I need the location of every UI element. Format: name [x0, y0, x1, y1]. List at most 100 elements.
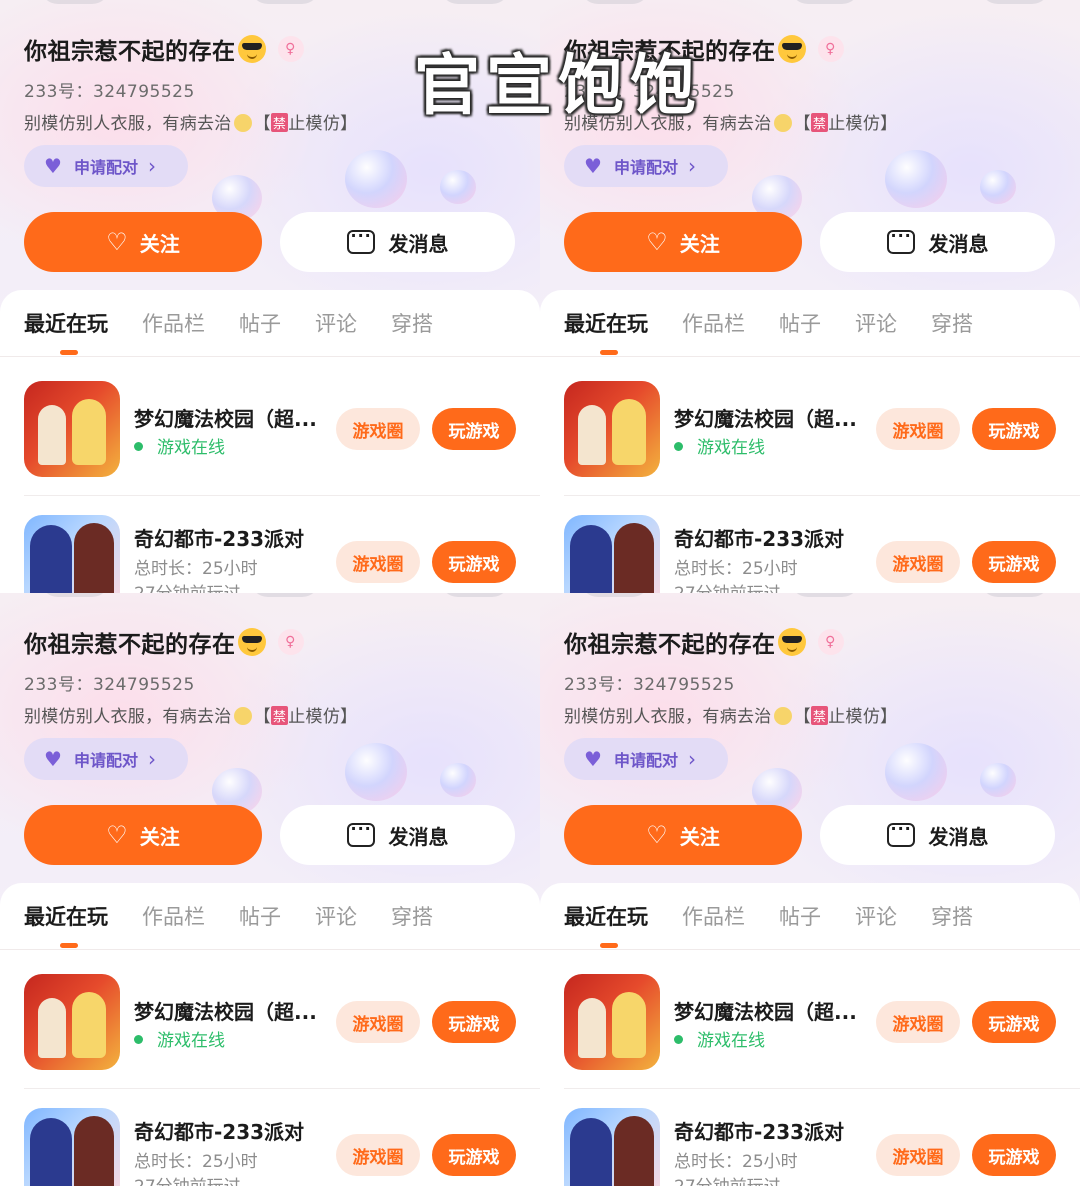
game-circle-button[interactable]: 游戏圈 [336, 408, 420, 450]
follow-button[interactable]: ♡ 关注 [24, 805, 262, 865]
play-game-button[interactable]: 玩游戏 [432, 408, 516, 450]
last-played: 27分钟前玩过 [134, 1172, 241, 1186]
play-game-button[interactable]: 玩游戏 [432, 1134, 516, 1176]
tab-outfits[interactable]: 穿搭 [391, 308, 433, 338]
last-played: 27分钟前玩过 [134, 579, 241, 593]
tab-outfits[interactable]: 穿搭 [931, 308, 973, 338]
message-button[interactable]: 发消息 [820, 805, 1055, 865]
game-circle-button[interactable]: 游戏圈 [876, 541, 960, 583]
play-game-button[interactable]: 玩游戏 [972, 541, 1056, 583]
tab-comments[interactable]: 评论 [855, 308, 897, 338]
play-game-button[interactable]: 玩游戏 [972, 1001, 1056, 1043]
female-gender-icon: ♀ [277, 629, 304, 655]
follow-button[interactable]: ♡ 关注 [564, 805, 802, 865]
tab-recently-played[interactable]: 最近在玩 [564, 901, 648, 948]
tab-recently-played[interactable]: 最近在玩 [24, 901, 108, 948]
game-circle-button[interactable]: 游戏圈 [876, 1134, 960, 1176]
follow-button[interactable]: ♡ 关注 [24, 212, 262, 272]
apply-pair-button[interactable]: ♥ 申请配对 › [24, 145, 188, 187]
tab-outfits[interactable]: 穿搭 [931, 901, 973, 931]
game-thumbnail[interactable] [564, 515, 660, 593]
game-list-item[interactable]: 奇幻都市-233派对 总时长：25小时 27分钟前玩过 游戏圈 玩游戏 [24, 1108, 524, 1186]
tab-works[interactable]: 作品栏 [142, 308, 205, 338]
profile-tabs: 最近在玩 作品栏 帖子 评论 穿搭 [564, 901, 1007, 948]
heart-bubble [980, 170, 1016, 204]
play-duration: 总时长：25小时 [674, 1152, 798, 1172]
user-bio: 别模仿别人衣服，有病去治【禁止模仿】 [24, 113, 358, 134]
apply-pair-button[interactable]: ♥ 申请配对 › [24, 738, 188, 780]
game-name: 梦幻魔法校园（超... [134, 407, 317, 431]
online-dot-icon [134, 442, 143, 451]
game-list-item[interactable]: 奇幻都市-233派对 总时长：25小时 27分钟前玩过 游戏圈 玩游戏 [564, 515, 1064, 593]
tab-posts[interactable]: 帖子 [239, 901, 281, 931]
tab-posts[interactable]: 帖子 [779, 308, 821, 338]
tab-divider [0, 949, 540, 950]
tab-recently-played[interactable]: 最近在玩 [24, 308, 108, 355]
follow-button[interactable]: ♡ 关注 [564, 212, 802, 272]
game-thumbnail[interactable] [24, 974, 120, 1070]
message-button[interactable]: 发消息 [820, 212, 1055, 272]
game-circle-button[interactable]: 游戏圈 [336, 1134, 420, 1176]
tab-outfits[interactable]: 穿搭 [391, 901, 433, 931]
heart-icon: ♥ [584, 154, 602, 178]
tab-comments[interactable]: 评论 [855, 901, 897, 931]
heart-bubble [885, 150, 947, 208]
game-circle-button[interactable]: 游戏圈 [336, 541, 420, 583]
game-thumbnail[interactable] [24, 381, 120, 477]
female-gender-icon: ♀ [277, 36, 304, 62]
heart-icon: ♥ [44, 154, 62, 178]
game-list-item[interactable]: 梦幻魔法校园（超... 游戏在线 游戏圈 玩游戏 [24, 381, 524, 481]
game-list-item[interactable]: 梦幻魔法校园（超... 游戏在线 游戏圈 玩游戏 [564, 974, 1064, 1074]
username: 你祖宗惹不起的存在 ♀ [24, 32, 304, 66]
message-button[interactable]: 发消息 [280, 805, 515, 865]
heart-bubble [440, 763, 476, 797]
game-circle-button[interactable]: 游戏圈 [876, 408, 960, 450]
tab-works[interactable]: 作品栏 [142, 901, 205, 931]
row-divider [24, 495, 540, 496]
tab-recently-played[interactable]: 最近在玩 [564, 308, 648, 355]
game-circle-button[interactable]: 游戏圈 [876, 1001, 960, 1043]
tab-comments[interactable]: 评论 [315, 308, 357, 338]
row-divider [24, 1088, 540, 1089]
tab-comments[interactable]: 评论 [315, 901, 357, 931]
game-list-item[interactable]: 梦幻魔法校园（超... 游戏在线 游戏圈 玩游戏 [564, 381, 1064, 481]
row-divider [564, 1088, 1080, 1089]
online-dot-icon [134, 1035, 143, 1044]
tab-posts[interactable]: 帖子 [239, 308, 281, 338]
heart-icon: ♥ [44, 747, 62, 771]
game-thumbnail[interactable] [564, 974, 660, 1070]
top-avatar-strip [0, 0, 540, 10]
game-thumbnail[interactable] [24, 1108, 120, 1186]
apply-pair-button[interactable]: ♥ 申请配对 › [564, 145, 728, 187]
user-id: 233号：324795525 [564, 675, 735, 695]
tab-posts[interactable]: 帖子 [779, 901, 821, 931]
chevron-right-icon: › [687, 154, 696, 178]
play-game-button[interactable]: 玩游戏 [432, 1001, 516, 1043]
profile-tile: 你祖宗惹不起的存在 ♀ 233号：324795525 别模仿别人衣服，有病去治【禁… [0, 593, 540, 1186]
heart-plus-icon: ♡ [106, 228, 128, 256]
game-list-item[interactable]: 梦幻魔法校园（超... 游戏在线 游戏圈 玩游戏 [24, 974, 524, 1074]
heart-bubble [345, 743, 407, 801]
game-thumbnail[interactable] [564, 381, 660, 477]
game-list-item[interactable]: 奇幻都市-233派对 总时长：25小时 27分钟前玩过 游戏圈 玩游戏 [24, 515, 524, 593]
user-id: 233号：324795525 [24, 675, 195, 695]
game-circle-button[interactable]: 游戏圈 [336, 1001, 420, 1043]
game-thumbnail[interactable] [564, 1108, 660, 1186]
game-list-item[interactable]: 奇幻都市-233派对 总时长：25小时 27分钟前玩过 游戏圈 玩游戏 [564, 1108, 1064, 1186]
user-bio: 别模仿别人衣服，有病去治【禁止模仿】 [24, 706, 358, 727]
message-button[interactable]: 发消息 [280, 212, 515, 272]
tab-works[interactable]: 作品栏 [682, 901, 745, 931]
play-game-button[interactable]: 玩游戏 [972, 408, 1056, 450]
game-thumbnail[interactable] [24, 515, 120, 593]
play-game-button[interactable]: 玩游戏 [432, 541, 516, 583]
game-name: 奇幻都市-233派对 [674, 1120, 845, 1144]
chat-bubble-icon [346, 819, 375, 847]
tab-works[interactable]: 作品栏 [682, 308, 745, 338]
play-duration: 总时长：25小时 [674, 559, 798, 579]
play-duration: 总时长：25小时 [134, 1152, 258, 1172]
chat-bubble-icon [886, 226, 915, 254]
last-played: 27分钟前玩过 [674, 579, 781, 593]
apply-pair-button[interactable]: ♥ 申请配对 › [564, 738, 728, 780]
play-game-button[interactable]: 玩游戏 [972, 1134, 1056, 1176]
heart-bubble [440, 170, 476, 204]
